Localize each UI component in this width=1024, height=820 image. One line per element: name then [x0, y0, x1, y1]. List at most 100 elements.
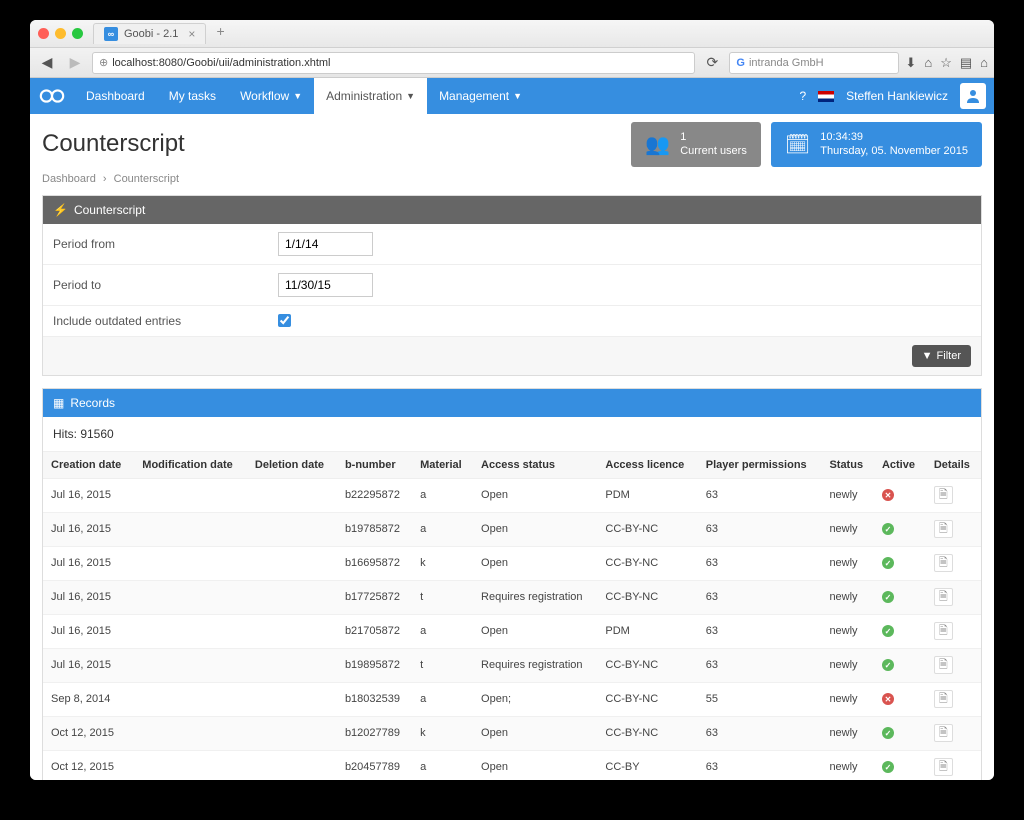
details-button[interactable]: 🗎 — [934, 554, 953, 572]
table-cell: newly — [821, 580, 874, 614]
calendar-icon: 🗓 — [785, 132, 810, 157]
period-from-input[interactable] — [278, 232, 373, 256]
new-tab-button[interactable]: + — [210, 23, 230, 44]
caret-down-icon: ▼ — [513, 91, 522, 101]
column-header[interactable]: Creation date — [43, 451, 134, 478]
nav-workflow[interactable]: Workflow▼ — [228, 78, 314, 114]
table-cell: Requires registration — [473, 580, 597, 614]
hits-label: Hits: 91560 — [43, 417, 981, 451]
column-header[interactable]: Access status — [473, 451, 597, 478]
maximize-window-icon[interactable] — [72, 28, 83, 39]
browser-tab[interactable]: ∞ Goobi - 2.1 × — [93, 23, 206, 44]
nav-management[interactable]: Management▼ — [427, 78, 534, 114]
nav-dashboard[interactable]: Dashboard — [74, 78, 157, 114]
details-button[interactable]: 🗎 — [934, 656, 953, 674]
reader-icon[interactable]: ▤ — [960, 55, 972, 71]
column-header[interactable]: Material — [412, 451, 473, 478]
username-label[interactable]: Steffen Hankiewicz — [846, 89, 948, 103]
details-button[interactable]: 🗎 — [934, 758, 953, 776]
table-cell — [134, 580, 247, 614]
table-cell: 63 — [698, 546, 822, 580]
table-cell: 63 — [698, 648, 822, 682]
table-cell: newly — [821, 648, 874, 682]
table-cell — [134, 648, 247, 682]
table-row: Jul 16, 2015b17725872tRequires registrat… — [43, 580, 981, 614]
details-button[interactable]: 🗎 — [934, 520, 953, 538]
table-cell — [247, 648, 337, 682]
forward-button[interactable]: ▶ — [64, 52, 86, 74]
table-cell: newly — [821, 546, 874, 580]
app-navbar: Dashboard My tasks Workflow▼ Administrat… — [30, 78, 994, 114]
details-button[interactable]: 🗎 — [934, 690, 953, 708]
period-to-input[interactable] — [278, 273, 373, 297]
search-box[interactable]: G intranda GmbH — [729, 52, 899, 74]
table-cell: newly — [821, 750, 874, 780]
details-button[interactable]: 🗎 — [934, 622, 953, 640]
help-icon[interactable]: ? — [799, 89, 806, 103]
table-cell: Open — [473, 546, 597, 580]
records-table: Creation dateModification dateDeletion d… — [43, 451, 981, 780]
table-cell: newly — [821, 512, 874, 546]
table-cell — [247, 580, 337, 614]
include-outdated-checkbox[interactable] — [278, 314, 291, 327]
download-icon[interactable]: ⬇ — [905, 55, 916, 71]
pocket-icon[interactable]: ⌂ — [980, 55, 988, 71]
column-header[interactable]: Deletion date — [247, 451, 337, 478]
table-cell: a — [412, 512, 473, 546]
column-header[interactable]: Access licence — [597, 451, 697, 478]
language-flag-icon[interactable] — [818, 91, 834, 102]
table-cell: Open — [473, 478, 597, 512]
close-window-icon[interactable] — [38, 28, 49, 39]
back-button[interactable]: ◀ — [36, 52, 58, 74]
column-header[interactable]: Status — [821, 451, 874, 478]
column-header[interactable]: b-number — [337, 451, 412, 478]
page-title: Counterscript — [42, 130, 621, 158]
table-cell: CC-BY-NC — [597, 682, 697, 716]
search-placeholder: intranda GmbH — [749, 57, 824, 69]
table-cell — [134, 478, 247, 512]
details-button[interactable]: 🗎 — [934, 724, 953, 742]
details-cell: 🗎 — [926, 478, 981, 512]
details-cell: 🗎 — [926, 682, 981, 716]
table-cell — [247, 750, 337, 780]
table-cell: a — [412, 478, 473, 512]
table-cell: Requires registration — [473, 648, 597, 682]
home-icon[interactable]: ⌂ — [924, 55, 932, 71]
table-cell: Jul 16, 2015 — [43, 546, 134, 580]
table-cell: t — [412, 580, 473, 614]
details-button[interactable]: 🗎 — [934, 486, 953, 504]
reload-button[interactable]: ⟳ — [701, 52, 723, 74]
time-label: 10:34:39 — [820, 130, 968, 144]
search-engine-icon: G — [736, 57, 745, 69]
url-bar[interactable]: ⊕ localhost:8080/Goobi/uii/administratio… — [92, 52, 695, 74]
bookmark-icon[interactable]: ☆ — [940, 55, 952, 71]
table-cell: Open — [473, 716, 597, 750]
table-cell — [247, 478, 337, 512]
filter-panel: ⚡ Counterscript Period from Period to In… — [42, 195, 982, 376]
column-header[interactable]: Modification date — [134, 451, 247, 478]
table-cell: CC-BY-NC — [597, 580, 697, 614]
period-to-label: Period to — [53, 278, 278, 292]
column-header[interactable]: Details — [926, 451, 981, 478]
tab-close-icon[interactable]: × — [188, 27, 195, 41]
nav-administration[interactable]: Administration▼ — [314, 78, 427, 114]
column-header[interactable]: Active — [874, 451, 926, 478]
table-cell: Open — [473, 614, 597, 648]
users-count: 1 — [680, 130, 747, 144]
minimize-window-icon[interactable] — [55, 28, 66, 39]
table-cell — [247, 512, 337, 546]
active-cell: ✓ — [874, 648, 926, 682]
table-cell: PDM — [597, 478, 697, 512]
current-users-box[interactable]: 👥 1 Current users — [631, 122, 761, 167]
breadcrumb-home[interactable]: Dashboard — [42, 173, 96, 185]
nav-my-tasks[interactable]: My tasks — [157, 78, 228, 114]
check-circle-icon: ✓ — [882, 761, 894, 773]
bolt-icon: ⚡ — [53, 203, 68, 217]
user-avatar-icon[interactable] — [960, 83, 986, 109]
table-cell: Sep 8, 2014 — [43, 682, 134, 716]
column-header[interactable]: Player permissions — [698, 451, 822, 478]
details-button[interactable]: 🗎 — [934, 588, 953, 606]
app-logo[interactable] — [30, 78, 74, 114]
filter-button[interactable]: ▼ Filter — [912, 345, 971, 367]
active-cell: ✓ — [874, 580, 926, 614]
